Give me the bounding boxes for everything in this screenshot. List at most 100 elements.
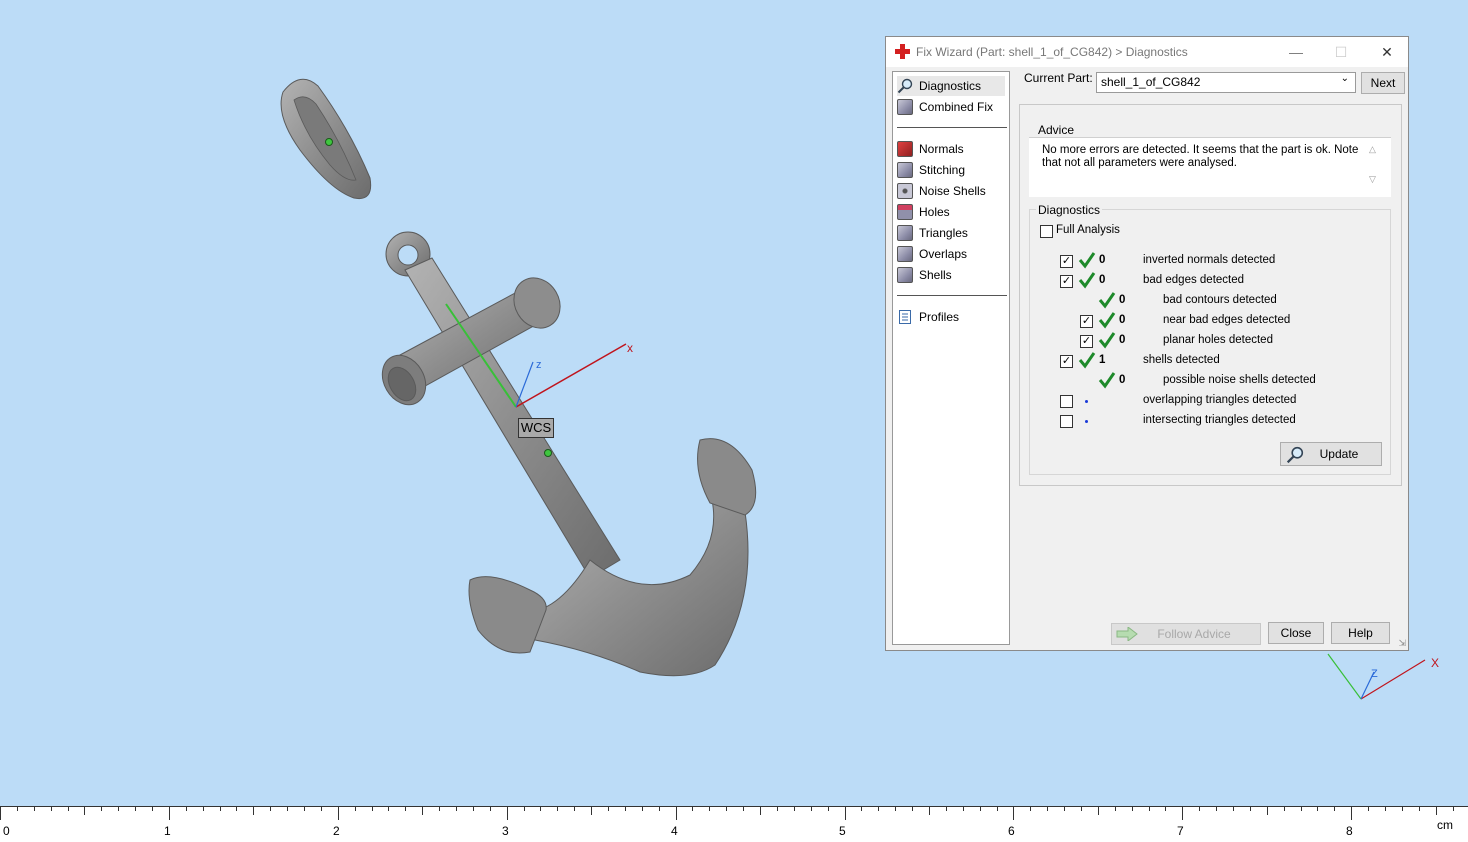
profiles-icon — [899, 309, 911, 324]
current-part-value: shell_1_of_CG842 — [1101, 75, 1201, 89]
inverted-normals-count: 0 — [1099, 254, 1106, 266]
combined-fix-icon — [897, 98, 913, 115]
intersecting-triangles-checkbox[interactable] — [1060, 415, 1073, 428]
nav-item-profiles[interactable]: Profiles — [897, 307, 959, 327]
nav-separator — [897, 295, 1007, 296]
nav-label-shells: Shells — [919, 268, 952, 282]
bad-edges-label: bad edges detected — [1143, 274, 1245, 286]
full-analysis-label: Full Analysis — [1056, 224, 1120, 236]
current-part-label: Current Part: — [1024, 71, 1093, 85]
normals-icon — [897, 140, 913, 157]
not-analysed-dot — [1085, 400, 1088, 403]
shells-checkbox[interactable]: ✓ — [1060, 355, 1073, 368]
nav-label-profiles: Profiles — [919, 310, 960, 324]
help-button[interactable]: Help — [1331, 622, 1390, 644]
update-button[interactable]: Update — [1280, 442, 1382, 466]
nav-label-noise-shells: Noise Shells — [919, 184, 986, 198]
ruler-label-4: 4 — [671, 824, 678, 838]
nav-item-diagnostics[interactable]: Diagnostics — [897, 76, 1005, 96]
holes-icon — [897, 203, 913, 220]
nav-item-shells[interactable]: Shells — [897, 265, 952, 285]
triangles-icon — [897, 224, 913, 241]
minimize-button[interactable]: — — [1285, 41, 1307, 63]
nav-item-holes[interactable]: Holes — [897, 202, 950, 222]
not-analysed-dot — [1085, 420, 1088, 423]
check-icon — [1098, 292, 1116, 309]
current-part-select[interactable]: shell_1_of_CG842 ⌄ — [1096, 72, 1356, 93]
nav-item-triangles[interactable]: Triangles — [897, 223, 968, 243]
wizard-nav: Diagnostics Combined Fix Normals Stitchi… — [892, 71, 1010, 645]
nav-label-overlaps: Overlaps — [919, 247, 968, 261]
shells-icon — [897, 266, 913, 283]
wcs-label[interactable]: WCS — [518, 418, 554, 438]
planar-holes-count: 0 — [1119, 334, 1126, 346]
shells-count: 1 — [1099, 354, 1106, 366]
nav-label-diagnostics: Diagnostics — [919, 79, 982, 93]
axis-z-label: z — [536, 359, 542, 371]
red-cross-icon — [895, 44, 910, 59]
diagnostics-title: Diagnostics — [1036, 203, 1103, 217]
follow-advice-button[interactable]: Follow Advice — [1111, 623, 1261, 645]
maximize-button[interactable]: ☐ — [1330, 41, 1352, 63]
intersecting-triangles-label: intersecting triangles detected — [1143, 414, 1296, 426]
chevron-down-icon: ⌄ — [1340, 73, 1349, 84]
stitching-icon — [897, 161, 913, 178]
nav-item-noise-shells[interactable]: Noise Shells — [897, 181, 986, 201]
ruler-label-8: 8 — [1346, 824, 1353, 838]
close-window-button[interactable]: ✕ — [1376, 41, 1398, 63]
bad-edges-checkbox[interactable]: ✓ — [1060, 275, 1073, 288]
fix-wizard-dialog: Fix Wizard (Part: shell_1_of_CG842) > Di… — [885, 36, 1409, 651]
next-button[interactable]: Next — [1361, 72, 1405, 94]
close-button[interactable]: Close — [1268, 622, 1324, 644]
near-bad-edges-label: near bad edges detected — [1163, 314, 1291, 326]
ruler: 0 1 2 3 4 5 6 7 8 cm — [0, 806, 1468, 842]
nav-label-stitching: Stitching — [919, 163, 966, 177]
resize-grip-icon[interactable]: ⇲ — [1398, 638, 1406, 649]
overlapping-triangles-checkbox[interactable] — [1060, 395, 1073, 408]
ruler-label-0: 0 — [3, 824, 10, 838]
check-icon — [1098, 312, 1116, 329]
nav-item-combined-fix[interactable]: Combined Fix — [897, 97, 993, 117]
dialog-title: Fix Wizard (Part: shell_1_of_CG842) > Di… — [916, 45, 1188, 59]
bad-contours-count: 0 — [1119, 294, 1126, 306]
overlapping-triangles-label: overlapping triangles detected — [1143, 394, 1297, 406]
ruler-label-2: 2 — [333, 824, 340, 838]
nav-label-triangles: Triangles — [919, 226, 968, 240]
near-bad-edges-checkbox[interactable]: ✓ — [1080, 315, 1093, 328]
nav-item-stitching[interactable]: Stitching — [897, 160, 965, 180]
check-icon — [1078, 252, 1096, 269]
dialog-titlebar[interactable]: Fix Wizard (Part: shell_1_of_CG842) > Di… — [886, 37, 1408, 67]
magnifier-icon — [1286, 446, 1304, 464]
check-icon — [1098, 372, 1116, 389]
mini-axis-x-label: X — [1431, 656, 1440, 670]
overlaps-icon — [897, 245, 913, 262]
ruler-label-5: 5 — [839, 824, 846, 838]
follow-advice-label: Follow Advice — [1157, 627, 1231, 641]
inverted-normals-label: inverted normals detected — [1143, 254, 1276, 266]
ruler-label-1: 1 — [164, 824, 171, 838]
ruler-unit: cm — [1437, 818, 1453, 832]
scroll-down-icon[interactable]: ▽ — [1369, 174, 1376, 185]
axis-x-label: x — [627, 341, 633, 355]
scroll-up-icon[interactable]: △ — [1369, 144, 1376, 155]
full-analysis-checkbox[interactable] — [1040, 225, 1053, 238]
planar-holes-checkbox[interactable]: ✓ — [1080, 335, 1093, 348]
check-icon — [1078, 352, 1096, 369]
ruler-ticks — [0, 806, 1468, 820]
ruler-label-7: 7 — [1177, 824, 1184, 838]
nav-item-normals[interactable]: Normals — [897, 139, 964, 159]
update-label: Update — [1319, 447, 1359, 461]
check-icon — [1098, 332, 1116, 349]
ruler-label-6: 6 — [1008, 824, 1015, 838]
nav-separator — [897, 127, 1007, 128]
advice-title: Advice — [1036, 123, 1077, 137]
bad-contours-label: bad contours detected — [1163, 294, 1277, 306]
bad-edges-count: 0 — [1099, 274, 1106, 286]
noise-shells-label: possible noise shells detected — [1163, 374, 1316, 386]
mini-axis-z-label: Z — [1371, 668, 1378, 680]
nav-item-overlaps[interactable]: Overlaps — [897, 244, 967, 264]
planar-holes-label: planar holes detected — [1163, 334, 1273, 346]
nav-label-combined-fix: Combined Fix — [919, 100, 994, 114]
inverted-normals-checkbox[interactable]: ✓ — [1060, 255, 1073, 268]
noise-shells-count: 0 — [1119, 374, 1126, 386]
